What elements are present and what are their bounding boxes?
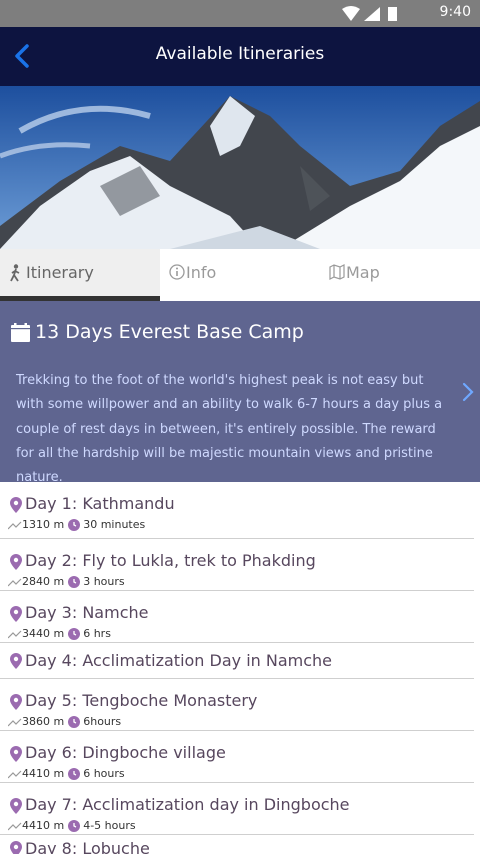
location-pin-icon [10, 694, 22, 710]
location-pin-icon [10, 497, 22, 513]
elevation-icon [7, 578, 22, 586]
day-title: Day 3: Namche [25, 603, 149, 622]
location-pin-icon [10, 798, 22, 814]
list-item[interactable]: Day 2: Fly to Lukla, trek to Phakding 28… [0, 539, 474, 591]
day-altitude: 4410 m [22, 767, 65, 780]
hiker-icon [10, 264, 20, 282]
day-duration: 3 hours [83, 575, 125, 588]
location-pin-icon [10, 653, 22, 669]
chevron-right-icon[interactable] [462, 381, 474, 403]
location-pin-icon [10, 841, 22, 854]
clock-icon [67, 716, 80, 728]
clock-icon [67, 820, 80, 832]
day-duration: 30 minutes [83, 518, 146, 531]
elevation-icon [7, 521, 22, 529]
location-pin-icon [10, 554, 22, 570]
status-icons [342, 6, 397, 21]
tab-bar: Itinerary Info Map [0, 249, 480, 301]
tab-map[interactable]: Map [320, 249, 480, 301]
day-altitude: 1310 m [22, 518, 65, 531]
list-item[interactable]: Day 8: Lobuche [0, 835, 474, 854]
status-time: 9:40 [439, 4, 471, 20]
tab-info[interactable]: Info [160, 249, 320, 301]
day-meta: 2840 m 3 hours [7, 575, 125, 588]
list-item[interactable]: Day 4: Acclimatization Day in Namche [0, 643, 474, 679]
info-icon [169, 264, 185, 280]
tab-itinerary-label: Itinerary [26, 263, 94, 282]
clock-icon [67, 576, 80, 588]
map-icon [329, 264, 345, 280]
day-altitude: 3860 m [22, 715, 65, 728]
itinerary-description: Trekking to the foot of the world's high… [16, 373, 443, 486]
calendar-icon [11, 323, 30, 342]
day-meta: 1310 m 30 minutes [7, 518, 146, 531]
location-pin-icon [10, 606, 22, 622]
day-altitude: 3440 m [22, 627, 65, 640]
elevation-icon [7, 770, 22, 778]
day-duration: 6 hrs [83, 627, 111, 640]
elevation-icon [7, 718, 22, 726]
page-title: Available Itineraries [155, 44, 325, 64]
clock-icon [67, 768, 80, 780]
day-meta: 4410 m 4-5 hours [7, 819, 136, 832]
tab-itinerary[interactable]: Itinerary [0, 249, 160, 301]
location-pin-icon [10, 746, 22, 762]
day-title: Day 7: Acclimatization day in Dingboche [25, 795, 350, 814]
clock-icon [67, 519, 80, 531]
day-altitude: 2840 m [22, 575, 65, 588]
list-item[interactable]: Day 6: Dingboche village 4410 m 6 hours [0, 731, 474, 783]
day-meta: 4410 m 6 hours [7, 767, 125, 780]
day-title: Day 1: Kathmandu [25, 494, 175, 513]
wifi-icon [342, 6, 360, 21]
elevation-icon [7, 822, 22, 830]
day-duration: 6hours [83, 715, 122, 728]
day-meta: 3860 m 6hours [7, 715, 122, 728]
app-bar: Available Itineraries [0, 27, 480, 86]
itinerary-title: 13 Days Everest Base Camp [35, 321, 304, 343]
day-title: Day 2: Fly to Lukla, trek to Phakding [25, 551, 316, 570]
day-altitude: 4410 m [22, 819, 65, 832]
list-item[interactable]: Day 7: Acclimatization day in Dingboche … [0, 783, 474, 835]
hero-image [0, 86, 480, 249]
signal-icon [364, 7, 380, 21]
elevation-icon [7, 630, 22, 638]
itinerary-summary-card[interactable]: 13 Days Everest Base Camp Trekking to th… [0, 301, 480, 485]
list-item[interactable]: Day 1: Kathmandu 1310 m 30 minutes [0, 482, 474, 539]
day-title: Day 5: Tengboche Monastery [25, 691, 258, 710]
day-title: Day 8: Lobuche [25, 839, 150, 854]
day-title: Day 4: Acclimatization Day in Namche [25, 651, 333, 670]
day-duration: 4-5 hours [83, 819, 136, 832]
list-item[interactable]: Day 5: Tengboche Monastery 3860 m 6hours [0, 679, 474, 731]
tab-info-label: Info [186, 263, 217, 282]
tab-map-label: Map [346, 263, 380, 282]
day-meta: 3440 m 6 hrs [7, 627, 111, 640]
day-duration: 6 hours [83, 767, 125, 780]
day-title: Day 6: Dingboche village [25, 743, 226, 762]
list-item[interactable]: Day 3: Namche 3440 m 6 hrs [0, 591, 474, 643]
status-bar: 9:40 [0, 0, 480, 27]
battery-icon [388, 7, 397, 21]
clock-icon [67, 628, 80, 640]
